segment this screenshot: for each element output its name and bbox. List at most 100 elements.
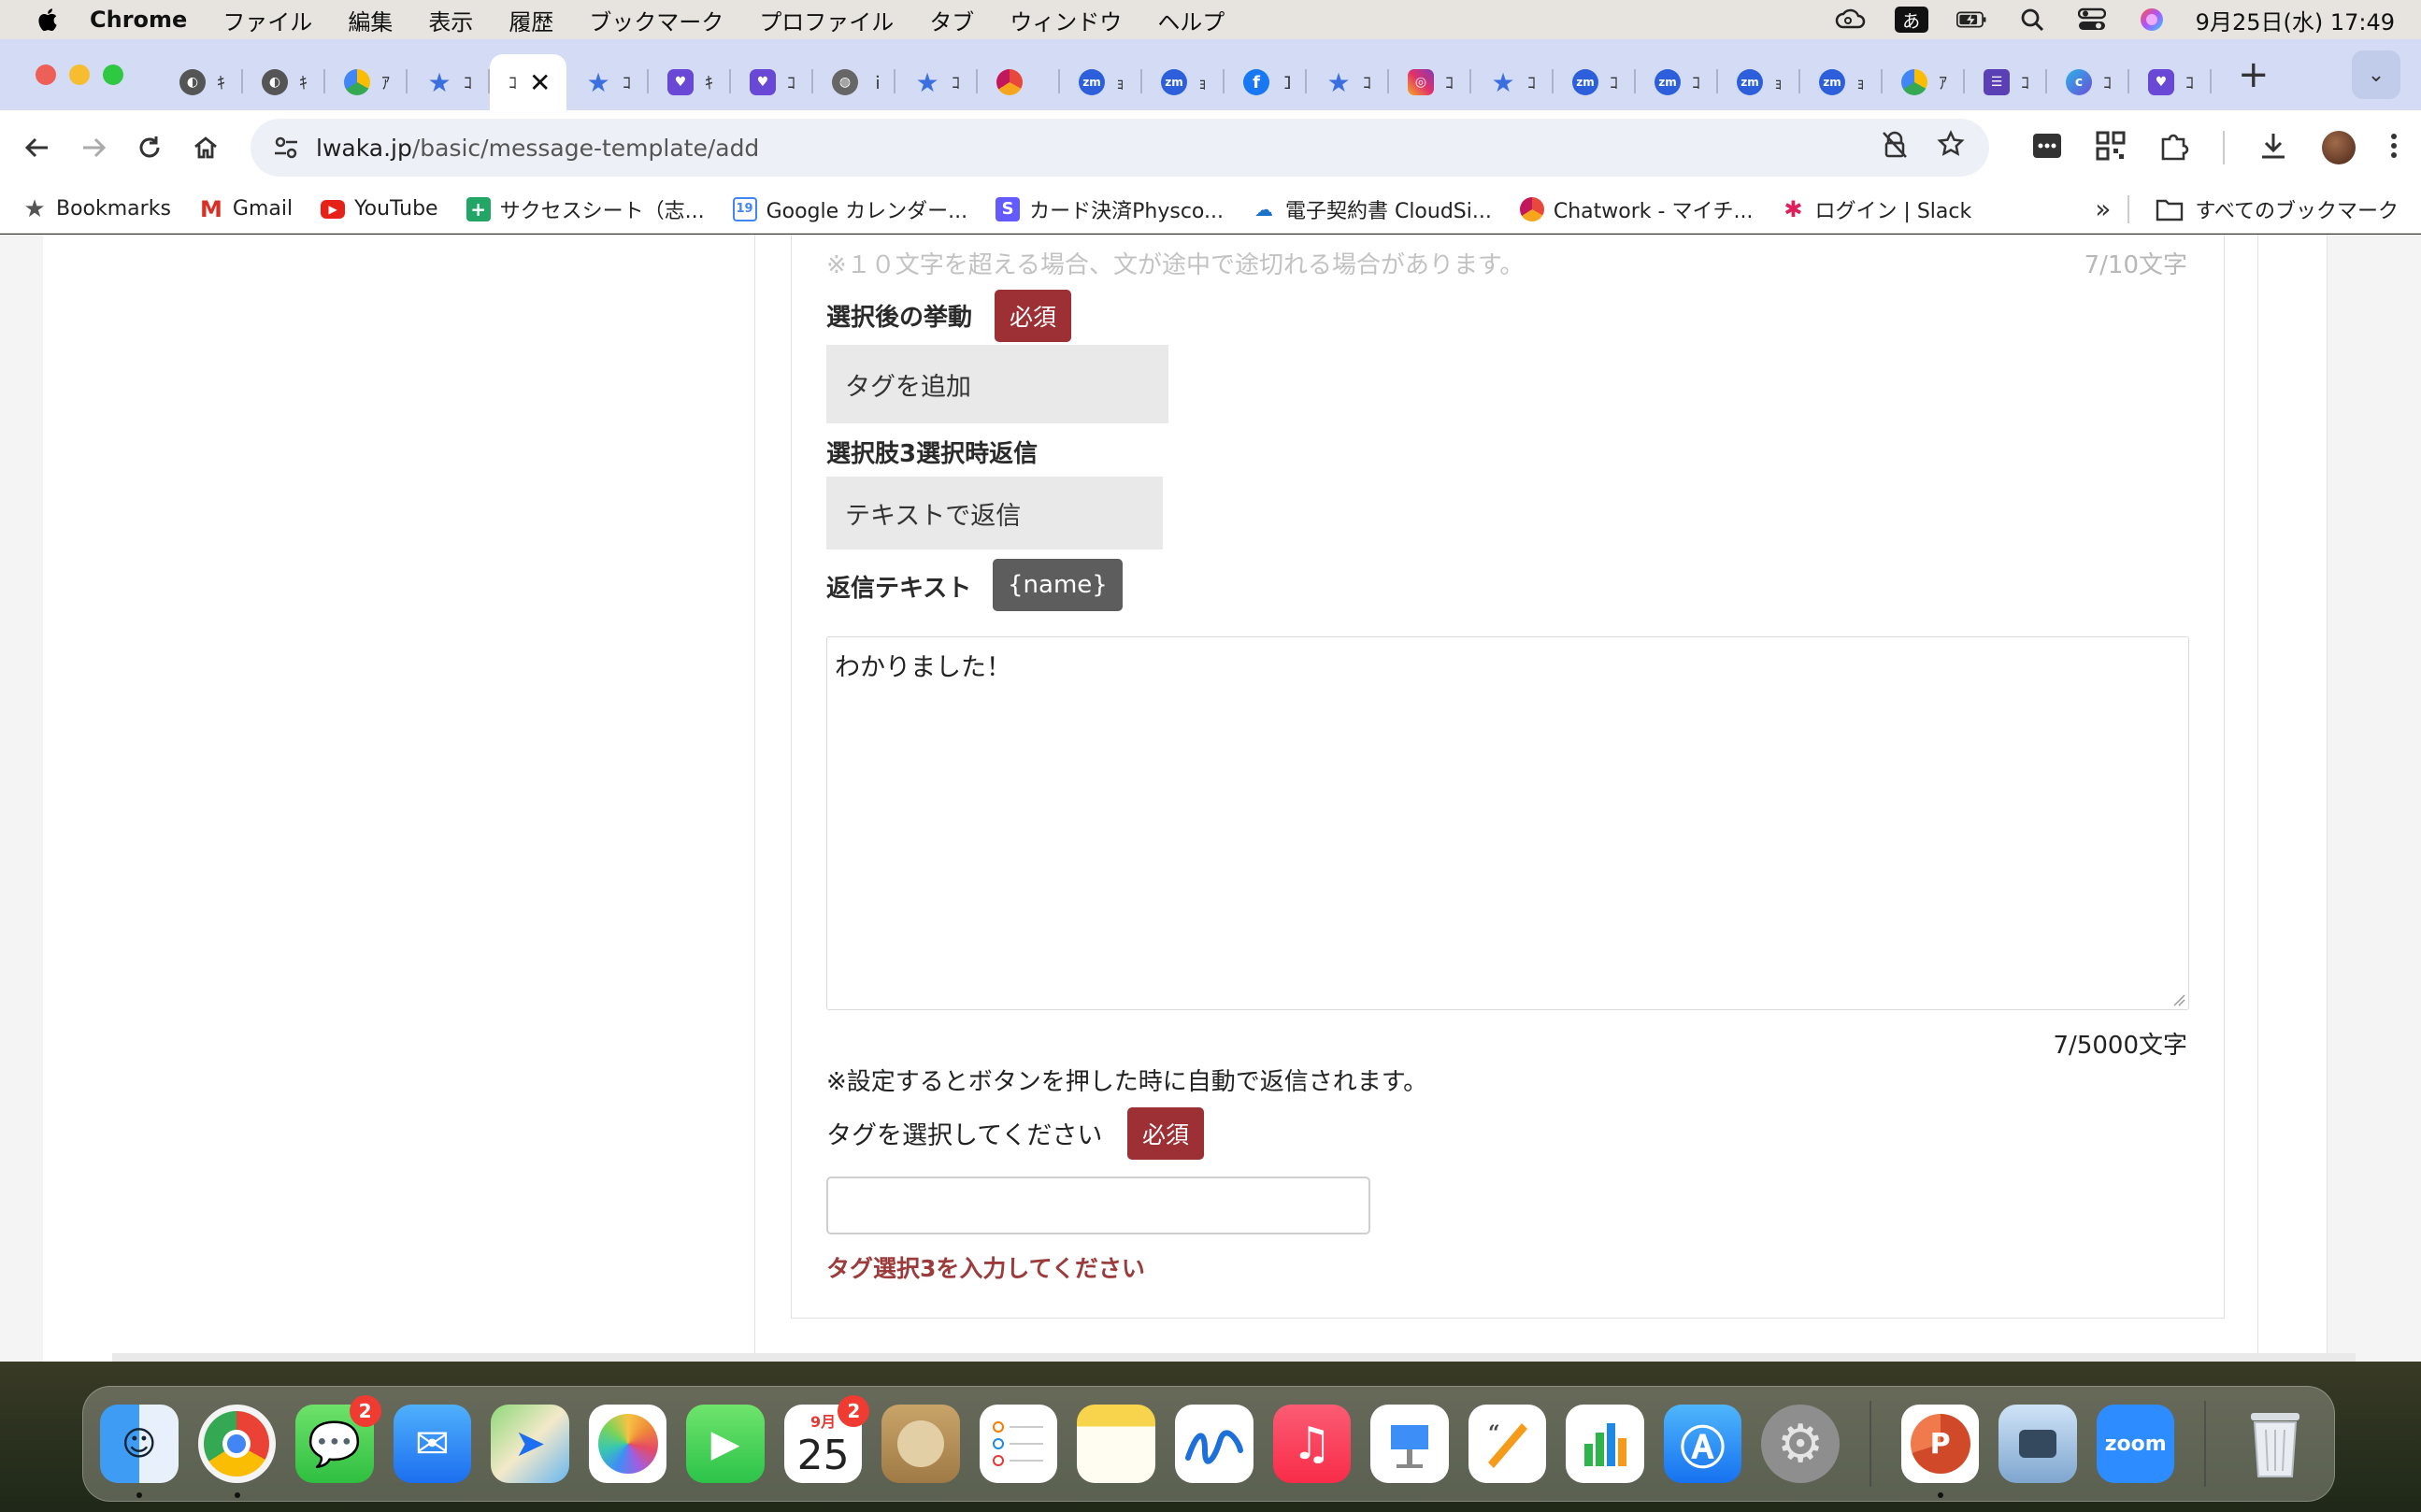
qr-code-extension-icon[interactable]	[2096, 131, 2126, 164]
menu-file[interactable]: ファイル	[222, 4, 312, 36]
close-tab-icon[interactable]: ✕	[529, 67, 551, 98]
more-bookmarks-icon[interactable]: »	[2095, 193, 2111, 224]
menu-profile[interactable]: プロファイル	[759, 4, 894, 36]
password-hidden-icon[interactable]	[1881, 130, 1909, 165]
forward-button[interactable]	[75, 129, 112, 166]
download-icon[interactable]	[2258, 131, 2288, 164]
input-method-indicator[interactable]: あ	[1894, 7, 1928, 33]
facetime-app-icon[interactable]: ▶	[686, 1405, 765, 1483]
bookmark-item[interactable]: 19 Google カレンダー...	[732, 194, 967, 224]
browser-tab[interactable]: zm ｮ	[1800, 54, 1883, 110]
preview-app-icon[interactable]	[1998, 1405, 2077, 1483]
browser-tab[interactable]: ◐ ｷ	[243, 54, 325, 110]
bookmark-item[interactable]: S カード決済Physco...	[996, 194, 1224, 224]
siri-icon[interactable]	[2136, 7, 2168, 32]
freeform-app-icon[interactable]	[1175, 1405, 1253, 1483]
messages-app-icon[interactable]: 💬 2	[295, 1395, 381, 1483]
site-settings-icon[interactable]	[269, 131, 303, 164]
menu-app-name[interactable]: Chrome	[90, 7, 187, 33]
browser-tab[interactable]: ｱ	[325, 54, 408, 110]
all-bookmarks-folder[interactable]: すべてのブックマーク	[2156, 194, 2399, 224]
minimize-window-button[interactable]	[69, 64, 90, 85]
mail-app-icon[interactable]: ✉	[393, 1405, 472, 1483]
back-button[interactable]	[19, 129, 56, 166]
browser-tab-active[interactable]: ｺ ✕	[490, 54, 566, 110]
photos-app-icon[interactable]	[588, 1405, 667, 1483]
menu-history[interactable]: 履歴	[509, 4, 553, 36]
browser-tab[interactable]: （	[978, 54, 1060, 110]
menu-window[interactable]: ウィンドウ	[1010, 4, 1122, 36]
control-center-icon[interactable]	[2076, 7, 2108, 32]
password-manager-extension-icon[interactable]	[2032, 133, 2062, 163]
bookmark-item[interactable]: + サクセスシート（志...	[466, 194, 705, 224]
close-window-button[interactable]	[36, 64, 56, 85]
insert-name-variable-button[interactable]: {name}	[993, 559, 1123, 611]
profile-avatar[interactable]	[2322, 131, 2356, 164]
trash-icon[interactable]	[2236, 1405, 2314, 1483]
finder-app-icon[interactable]: ☺	[100, 1405, 179, 1498]
creative-cloud-icon[interactable]	[1835, 7, 1867, 32]
browser-tab[interactable]: ★ ｺ	[566, 54, 649, 110]
browser-tab[interactable]: ★ ｺ	[895, 54, 978, 110]
menu-bookmarks[interactable]: ブックマーク	[589, 4, 723, 36]
spotlight-search-icon[interactable]	[2016, 7, 2048, 32]
zoom-window-button[interactable]	[103, 64, 123, 85]
maps-app-icon[interactable]: ➤	[491, 1405, 569, 1483]
browser-tab[interactable]: ◐ ｷ	[161, 54, 243, 110]
calendar-app-icon[interactable]: 9月 25 2	[783, 1395, 870, 1483]
powerpoint-app-icon[interactable]: P	[1900, 1405, 1980, 1498]
zoom-app-icon[interactable]: zoom	[2096, 1405, 2175, 1483]
browser-tab[interactable]: ☰ ｺ	[1965, 54, 2047, 110]
menu-edit[interactable]: 編集	[348, 4, 393, 36]
system-settings-icon[interactable]: ⚙	[1761, 1405, 1840, 1483]
menu-tab[interactable]: タブ	[929, 4, 974, 36]
keynote-app-icon[interactable]	[1370, 1405, 1449, 1483]
app-store-icon[interactable]: Ⓐ	[1663, 1405, 1742, 1483]
reminders-app-icon[interactable]	[979, 1405, 1058, 1483]
browser-tab[interactable]: zm ｮ	[1142, 54, 1225, 110]
contacts-app-icon[interactable]	[881, 1405, 960, 1483]
browser-tab[interactable]: ◎ ｺ	[1389, 54, 1471, 110]
browser-tab[interactable]: zm ｺ	[1554, 54, 1636, 110]
extensions-puzzle-icon[interactable]	[2159, 131, 2189, 164]
menubar-clock[interactable]: 9月25日(水) 17:49	[2196, 4, 2395, 36]
address-bar[interactable]: lwaka.jp/basic/message-template/add	[251, 119, 1989, 177]
pages-app-icon[interactable]: “	[1468, 1405, 1547, 1483]
browser-tab[interactable]: zm ｮ	[1718, 54, 1800, 110]
browser-tab[interactable]: ♥ ｺ	[2129, 54, 2212, 110]
menu-view[interactable]: 表示	[428, 4, 473, 36]
bookmark-item[interactable]: ✱ ログイン | Slack	[1781, 194, 1971, 224]
browser-tab[interactable]: ♥ ｷ	[649, 54, 731, 110]
browser-tab[interactable]: cｺ	[2047, 54, 2129, 110]
browser-tab[interactable]: ｱ	[1883, 54, 1965, 110]
reply-text-textarea[interactable]: わかりました！	[826, 636, 2189, 1010]
reload-button[interactable]	[131, 129, 168, 166]
music-app-icon[interactable]: ♫	[1272, 1405, 1352, 1483]
bookmark-star-icon[interactable]	[1937, 130, 1965, 165]
chrome-app-icon[interactable]	[197, 1405, 277, 1498]
bookmark-item[interactable]: ▶ YouTube	[321, 197, 438, 221]
numbers-app-icon[interactable]	[1566, 1405, 1644, 1483]
browser-tab[interactable]: ◍ ｉ	[813, 54, 895, 110]
menu-help[interactable]: ヘルプ	[1157, 4, 1225, 36]
notes-app-icon[interactable]	[1077, 1405, 1156, 1483]
action-after-select-dropdown[interactable]: タグを追加	[826, 345, 1168, 423]
choice3-reply-dropdown[interactable]: テキストで返信	[826, 477, 1163, 549]
tab-search-chevron-icon[interactable]: ⌄	[2352, 50, 2400, 99]
bookmark-item[interactable]: Chatwork - マイチ...	[1519, 194, 1753, 224]
home-button[interactable]	[187, 129, 224, 166]
bookmark-item[interactable]: ☁ 電子契約書 CloudSi...	[1252, 194, 1492, 224]
battery-icon[interactable]	[1955, 7, 1988, 32]
browser-tab[interactable]: zm ｺ	[1636, 54, 1718, 110]
apple-menu-icon[interactable]	[36, 7, 58, 33]
new-tab-button[interactable]: +	[2238, 53, 2270, 96]
resize-grip-icon[interactable]	[2172, 993, 2185, 1006]
browser-tab[interactable]: zm ｮ	[1060, 54, 1142, 110]
browser-tab[interactable]: fＩ	[1225, 54, 1307, 110]
chrome-menu-icon[interactable]	[2389, 132, 2399, 164]
bookmark-item[interactable]: M Gmail	[199, 196, 293, 222]
browser-tab[interactable]: ♥ ｺ	[731, 54, 813, 110]
browser-tab[interactable]: ★ ｺ	[408, 54, 490, 110]
browser-tab[interactable]: ★ ｺ	[1471, 54, 1554, 110]
browser-tab[interactable]: ★ ｺ	[1307, 54, 1389, 110]
